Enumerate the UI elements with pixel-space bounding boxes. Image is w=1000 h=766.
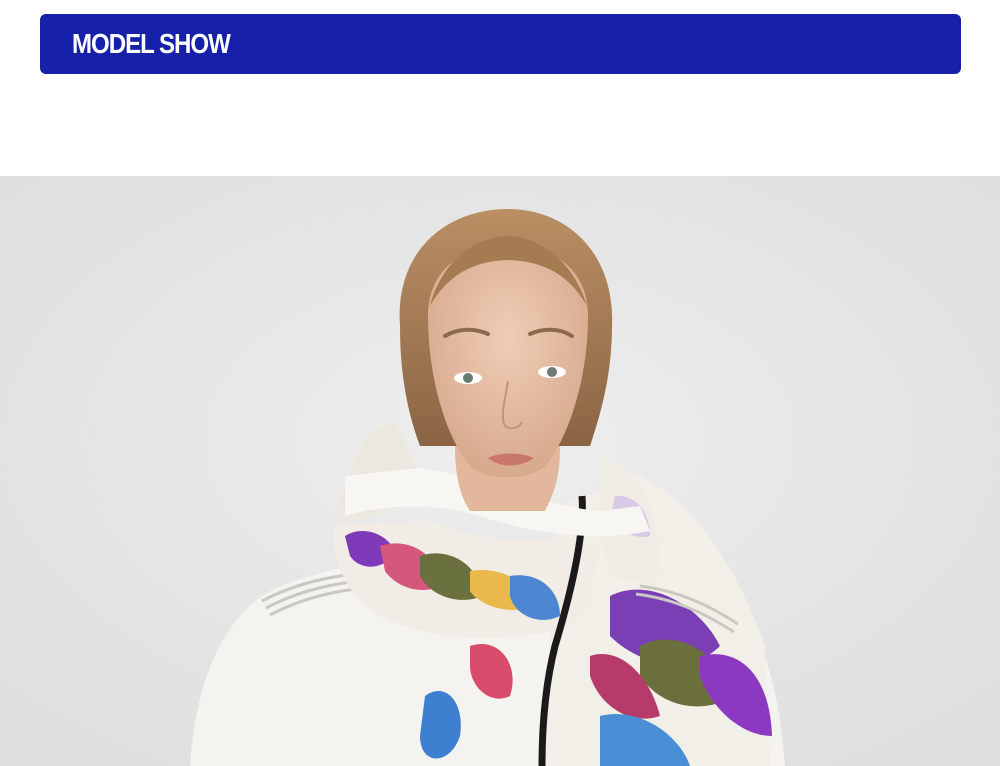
model-photo <box>0 176 1000 766</box>
section-title: MODEL SHOW <box>72 28 231 59</box>
section-header-banner: MODEL SHOW <box>40 14 961 74</box>
